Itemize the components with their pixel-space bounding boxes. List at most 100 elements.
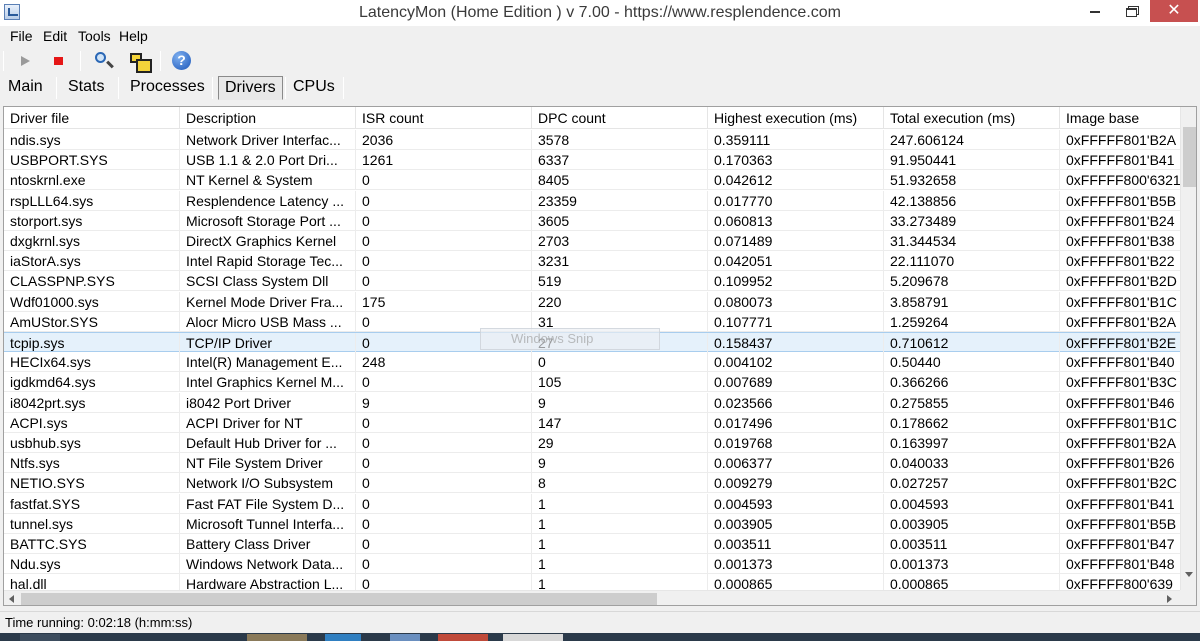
cell-highest-execution: 0.006377 (708, 453, 884, 474)
analyze-button[interactable] (92, 50, 114, 72)
scroll-right-arrow-icon[interactable] (1167, 595, 1172, 603)
cell-driver-file: tunnel.sys (4, 513, 180, 534)
tab-drivers[interactable]: Drivers (218, 76, 283, 100)
drivers-table[interactable]: Driver file Description ISR count DPC co… (3, 106, 1197, 606)
column-header-description[interactable]: Description (180, 107, 356, 129)
cell-dpc-count: 3605 (532, 210, 708, 231)
menu-tools[interactable]: Tools (78, 28, 111, 44)
table-row[interactable]: USBPORT.SYS USB 1.1 & 2.0 Port Dri... 1261… (4, 150, 1181, 171)
column-header-driver-file[interactable]: Driver file (4, 107, 180, 129)
cell-description: TCP/IP Driver (180, 333, 356, 353)
table-row[interactable]: HECIx64.sys Intel(R) Management E... 248 0 0… (4, 352, 1181, 373)
table-row[interactable]: rspLLL64.sys Resplendence Latency ... 0 233… (4, 190, 1181, 211)
stop-button[interactable] (48, 50, 70, 72)
menu-help[interactable]: Help (119, 28, 148, 44)
start-button[interactable] (14, 50, 36, 72)
column-header-total-execution[interactable]: Total execution (ms) (884, 107, 1060, 129)
table-row[interactable]: igdkmd64.sys Intel Graphics Kernel M... 0 1… (4, 372, 1181, 393)
cell-total-execution: 0.003511 (884, 534, 1060, 554)
title-bar[interactable]: LatencyMon (Home Edition ) v 7.00 - http… (0, 0, 1200, 26)
column-header-dpc-count[interactable]: DPC count (532, 107, 708, 129)
table-row[interactable]: NETIO.SYS Network I/O Subsystem 0 8 0.009279… (4, 473, 1181, 494)
table-row[interactable]: ntoskrnl.exe NT Kernel & System 0 8405 0.042… (4, 170, 1181, 191)
snip-overlay: Windows Snip (480, 328, 660, 350)
tab-main[interactable]: Main (2, 76, 49, 100)
menu-file[interactable]: File (10, 28, 33, 44)
table-row[interactable]: tunnel.sys Microsoft Tunnel Interfa... 0 1 0… (4, 513, 1181, 534)
maximize-button[interactable] (1113, 0, 1149, 22)
table-row[interactable]: dxgkrnl.sys DirectX Graphics Kernel 0 2703 0… (4, 231, 1181, 251)
table-row[interactable]: i8042prt.sys i8042 Port Driver 9 9 0.023566 0… (4, 392, 1181, 413)
cell-image-base: 0xFFFFF801'B24 (1066, 212, 1175, 229)
cell-isr-count: 0 (356, 170, 532, 191)
scroll-left-arrow-icon[interactable] (9, 595, 14, 603)
cell-isr-count: 0 (356, 513, 532, 534)
help-button[interactable]: ? (170, 50, 192, 72)
latencymon-window: LatencyMon (Home Edition ) v 7.00 - http… (0, 0, 1200, 641)
table-row[interactable]: Wdf01000.sys Kernel Mode Driver Fra... 175… (4, 291, 1181, 312)
cell-driver-file: HECIx64.sys (4, 352, 180, 373)
cell-description: Network Driver Interfac... (180, 130, 356, 150)
taskbar-item[interactable] (390, 634, 420, 641)
cell-driver-file: igdkmd64.sys (4, 372, 180, 393)
cell-isr-count: 0 (356, 251, 532, 272)
vertical-scroll-thumb[interactable] (1183, 127, 1196, 187)
cell-total-execution: 247.606124 (884, 130, 1060, 150)
cell-driver-file: CLASSPNP.SYS (4, 271, 180, 292)
cell-driver-file: USBPORT.SYS (4, 150, 180, 171)
horizontal-scroll-thumb[interactable] (21, 593, 657, 605)
table-row[interactable]: usbhub.sys Default Hub Driver for ... 0 29 0… (4, 433, 1181, 453)
cell-dpc-count: 105 (532, 372, 708, 393)
table-row[interactable]: ACPI.sys ACPI Driver for NT 0 147 0.017496 0.… (4, 412, 1181, 433)
tab-strip: Main Stats Processes Drivers CPUs (0, 76, 1200, 102)
taskbar-item[interactable] (247, 634, 307, 641)
cell-total-execution: 5.209678 (884, 271, 1060, 292)
table-row[interactable]: iaStorA.sys Intel Rapid Storage Tec... 0 32… (4, 251, 1181, 272)
vertical-scrollbar[interactable] (1180, 107, 1196, 590)
taskbar-item[interactable] (20, 634, 60, 641)
taskbar-item[interactable] (325, 634, 361, 641)
cell-description: Windows Network Data... (180, 554, 356, 575)
toolbar: ? (0, 48, 1200, 76)
column-header-highest-execution[interactable]: Highest execution (ms) (708, 107, 884, 129)
column-header-image-base[interactable]: Image base (1060, 107, 1181, 129)
column-header-isr-count[interactable]: ISR count (356, 107, 532, 129)
cell-image-base: 0xFFFFF801'B1C (1066, 293, 1177, 310)
cell-description: Intel(R) Management E... (180, 352, 356, 373)
table-row[interactable]: CLASSPNP.SYS SCSI Class System Dll 0 519 0.1… (4, 271, 1181, 292)
cell-dpc-count: 220 (532, 291, 708, 312)
cell-total-execution: 0.366266 (884, 372, 1060, 393)
cell-isr-count: 2036 (356, 130, 532, 150)
toolbar-grip (3, 51, 4, 71)
cell-description: SCSI Class System Dll (180, 271, 356, 292)
windows-button[interactable] (127, 50, 152, 73)
table-row[interactable]: fastfat.SYS Fast FAT File System D... 0 1 0.… (4, 493, 1181, 514)
cell-isr-count: 0 (356, 190, 532, 211)
table-row[interactable]: BATTC.SYS Battery Class Driver 0 1 0.003511 0… (4, 534, 1181, 554)
cell-isr-count: 9 (356, 392, 532, 413)
cell-total-execution: 42.138856 (884, 190, 1060, 211)
table-row[interactable]: Ndu.sys Windows Network Data... 0 1 0.001373… (4, 554, 1181, 575)
cell-dpc-count: 2703 (532, 231, 708, 251)
taskbar-item[interactable] (438, 634, 488, 641)
table-row[interactable]: Ntfs.sys NT File System Driver 0 9 0.006377 0… (4, 453, 1181, 474)
close-button[interactable]: ✕ (1150, 0, 1198, 22)
tab-stats[interactable]: Stats (62, 76, 110, 100)
cell-dpc-count: 1 (532, 534, 708, 554)
toolbar-separator (160, 51, 161, 71)
table-row[interactable]: storport.sys Microsoft Storage Port ... 0 3… (4, 210, 1181, 231)
tab-cpus[interactable]: CPUs (287, 76, 341, 100)
minimize-button[interactable] (1077, 0, 1113, 22)
menu-edit[interactable]: Edit (43, 28, 67, 44)
scroll-down-arrow-icon[interactable] (1185, 572, 1193, 577)
table-row[interactable]: ndis.sys Network Driver Interfac... 2036 35… (4, 130, 1181, 150)
cell-description: NT File System Driver (180, 453, 356, 474)
cell-image-base: 0xFFFFF801'B41 (1066, 152, 1175, 169)
cell-total-execution: 0.001373 (884, 554, 1060, 575)
cell-dpc-count: 1 (532, 513, 708, 534)
taskbar-item[interactable] (503, 634, 563, 641)
horizontal-scrollbar[interactable] (4, 590, 1181, 605)
tab-separator (343, 77, 344, 99)
cell-dpc-count: 519 (532, 271, 708, 292)
tab-processes[interactable]: Processes (124, 76, 211, 100)
